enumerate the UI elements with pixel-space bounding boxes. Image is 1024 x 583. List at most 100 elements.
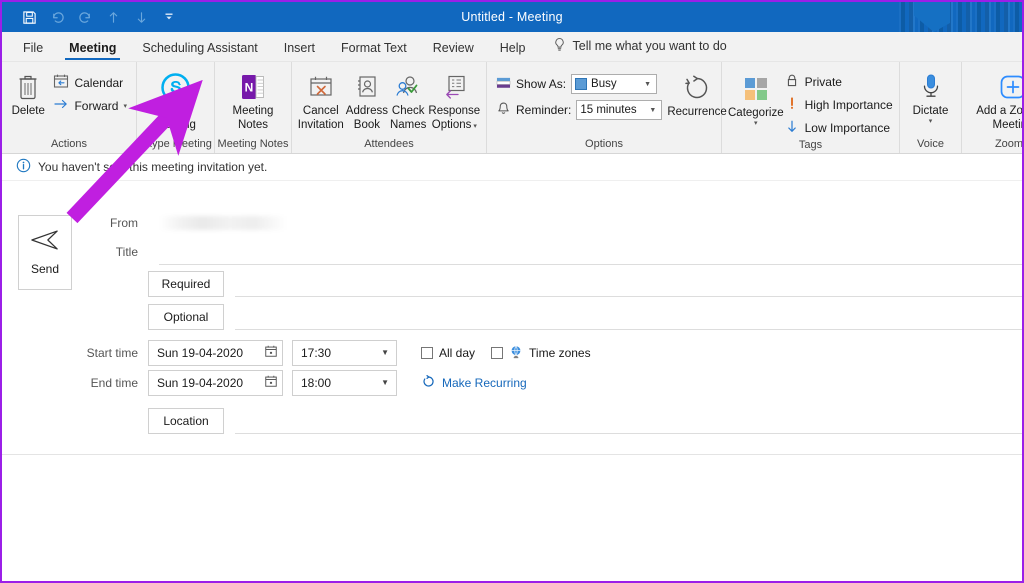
trash-icon (15, 70, 41, 104)
end-date-input[interactable]: Sun 19-04-2020 (148, 369, 283, 396)
group-label-tags: Tags (798, 139, 823, 151)
forward-button[interactable]: Forward ▾ (49, 94, 131, 117)
meeting-body-pane[interactable] (2, 454, 1022, 581)
optional-button[interactable]: Optional (148, 303, 224, 330)
time-zones-checkbox[interactable]: Time zones (491, 344, 591, 362)
response-options-icon (441, 70, 468, 104)
chevron-down-icon[interactable]: ▾ (471, 123, 477, 130)
reminder-label: Reminder: (516, 103, 572, 117)
customize-quick-access-toolbar-icon[interactable] (156, 5, 182, 29)
response-options-label-line2: Options ▾ (431, 119, 477, 132)
next-item-icon[interactable] (128, 5, 154, 29)
bell-icon (496, 101, 511, 119)
redo-icon[interactable] (72, 5, 98, 29)
end-time-row: End time Sun 19-04-2020 18:00 ▼ Make Rec… (86, 366, 1022, 399)
address-book-label-line2: Book (353, 119, 380, 132)
tab-review[interactable]: Review (420, 37, 487, 61)
address-book-button[interactable]: Address Book (345, 67, 389, 132)
show-as-value: Busy (591, 78, 617, 90)
calendar-move-icon (53, 73, 69, 92)
checkbox-box[interactable] (421, 346, 433, 359)
recurrence-label: Recurrence (667, 106, 727, 118)
cancel-invitation-label-line1: Cancel (302, 105, 339, 117)
required-button[interactable]: Required (148, 270, 224, 297)
end-time-input[interactable]: 18:00 ▼ (292, 369, 397, 396)
from-value-redacted[interactable] (159, 215, 287, 230)
start-date-input[interactable]: Sun 19-04-2020 (148, 339, 283, 366)
add-a-zoom-meeting-label-line2: Meeting (992, 119, 1022, 132)
tell-me-search[interactable]: Tell me what you want to do (539, 33, 737, 61)
skype-meeting-label-line2: Meeting (155, 119, 196, 132)
zoom-plus-icon (998, 70, 1022, 104)
location-button[interactable]: Location (148, 407, 224, 434)
tab-meeting[interactable]: Meeting (56, 37, 129, 61)
show-as-combobox[interactable]: Busy ▼ (571, 74, 658, 94)
high-importance-button[interactable]: High Importance (785, 93, 899, 116)
tab-scheduling-assistant[interactable]: Scheduling Assistant (129, 37, 270, 61)
chevron-down-icon[interactable]: ▾ (123, 102, 127, 110)
chevron-down-icon[interactable]: ▼ (378, 378, 392, 387)
add-a-zoom-meeting-button[interactable]: Add a Zoom S Meeting (967, 67, 1023, 132)
start-time-row: Start time Sun 19-04-2020 17:30 ▼ All da… (86, 333, 1022, 366)
info-bar: You haven't sent this meeting invitation… (2, 154, 1022, 181)
make-recurring-label: Make Recurring (442, 375, 527, 390)
forward-label: Forward (74, 98, 119, 113)
undo-icon[interactable] (44, 5, 70, 29)
globe-icon (509, 344, 523, 362)
calendar-button[interactable]: Calendar (49, 71, 131, 94)
cancel-invitation-button[interactable]: Cancel Invitation (297, 67, 345, 132)
recurrence-button[interactable]: Recurrence (666, 71, 727, 119)
window-controls-obscured (896, 2, 1022, 32)
categorize-button[interactable]: Categorize ▾ (727, 69, 785, 128)
delete-button[interactable]: Delete (7, 67, 49, 118)
tab-help[interactable]: Help (487, 37, 539, 61)
ribbon-group-zoom: Add a Zoom S Meeting Zoom (962, 62, 1024, 153)
tab-format-text[interactable]: Format Text (328, 37, 420, 61)
chevron-down-icon[interactable]: ▼ (378, 348, 392, 357)
check-names-icon (393, 70, 423, 104)
start-time-input[interactable]: 17:30 ▼ (292, 339, 397, 366)
group-label-skype-meeting: Skype Meeting (139, 138, 212, 150)
calendar-cancel-icon (307, 70, 335, 104)
previous-item-icon[interactable] (100, 5, 126, 29)
chevron-down-icon[interactable]: ▼ (649, 107, 659, 114)
tab-file[interactable]: File (10, 37, 56, 61)
lightbulb-icon (553, 37, 566, 55)
response-options-button[interactable]: Response Options ▾ (427, 67, 481, 132)
title-input[interactable] (159, 239, 1022, 265)
tab-insert[interactable]: Insert (271, 37, 328, 61)
meeting-notes-label-line1: Meeting (232, 105, 274, 117)
check-names-button[interactable]: Check Names (389, 67, 427, 132)
reminder-combobox[interactable]: 15 minutes ▼ (576, 100, 663, 120)
end-time-value: 18:00 (301, 375, 332, 390)
save-icon[interactable] (16, 5, 42, 29)
required-input[interactable] (235, 271, 1022, 297)
calendar-picker-icon[interactable] (264, 344, 278, 361)
checkbox-box[interactable] (491, 346, 504, 359)
send-label: Send (30, 262, 60, 276)
ribbon-group-voice: Dictate ▾ Voice (900, 62, 962, 153)
private-button[interactable]: Private (785, 70, 899, 93)
add-a-zoom-meeting-label-line1: Add a Zoom S (976, 105, 1023, 117)
skype-icon (160, 70, 191, 104)
send-button[interactable]: Send (18, 215, 72, 290)
all-day-checkbox[interactable]: All day (421, 346, 475, 360)
skype-meeting-button[interactable]: Skype Meeting (142, 67, 209, 132)
location-input[interactable] (235, 408, 1022, 434)
busy-swatch (575, 78, 588, 90)
calendar-picker-icon[interactable] (264, 374, 278, 391)
chevron-down-icon[interactable]: ▾ (929, 118, 933, 126)
title-bar: Untitled - Meeting (2, 2, 1022, 32)
dictate-button[interactable]: Dictate ▾ (905, 67, 956, 126)
meeting-notes-button[interactable]: N Meeting Notes (220, 67, 286, 132)
low-importance-button[interactable]: Low Importance (785, 116, 899, 139)
optional-input[interactable] (235, 304, 1022, 330)
chevron-down-icon[interactable]: ▾ (754, 120, 758, 128)
make-recurring-button[interactable]: Make Recurring (421, 374, 527, 392)
check-names-label-line1: Check (391, 105, 425, 117)
group-label-zoom: Zoom (994, 138, 1024, 150)
chevron-down-icon[interactable]: ▼ (644, 81, 654, 88)
recurrence-icon (682, 71, 712, 105)
title-label: Title (115, 244, 138, 259)
reminder-row: Reminder: 15 minutes ▼ (492, 97, 666, 123)
